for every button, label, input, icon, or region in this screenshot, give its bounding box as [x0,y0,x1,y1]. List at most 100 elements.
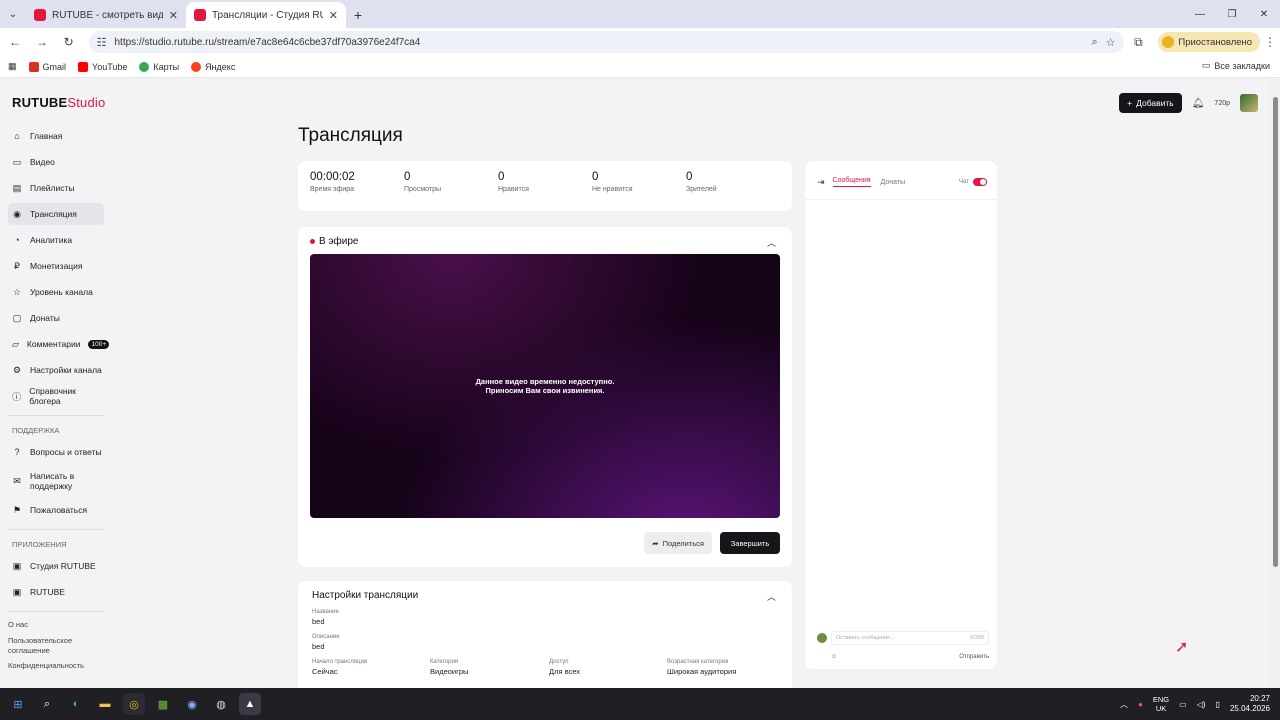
share-button[interactable]: ➦ Поделиться [644,532,712,554]
sidebar-item-contact-support[interactable]: ✉ Написать в поддержку [8,467,104,495]
bookmark-star-icon[interactable]: ☆ [1106,36,1116,49]
sidebar-divider [8,529,104,530]
rutube-studio-logo[interactable]: RUTUBEStudio [12,95,105,110]
network-icon[interactable]: ▭ [1179,700,1187,709]
minimize-icon[interactable]: — [1184,0,1216,28]
browser-tab-active[interactable]: Трансляции - Студия RUTUBE ✕ [186,2,346,28]
profile-button[interactable]: Приостановлено [1158,32,1261,52]
analytics-icon: ◔ [14,235,20,245]
window-controls: — ❐ ✕ [1184,0,1280,28]
obs-icon[interactable]: ◍ [210,693,232,715]
question-icon: ? [14,447,20,457]
sidebar-item-video[interactable]: ▭ Видео [8,151,104,173]
mouse-cursor-icon: ➚ [1175,639,1189,656]
add-button[interactable]: + Добавить [1119,93,1182,113]
maximize-icon[interactable]: ❐ [1216,0,1248,28]
tab-title: Трансляции - Студия RUTUBE [212,9,323,21]
windows-start-icon[interactable]: ⊞ [7,693,29,715]
tab-messages[interactable]: Сообщения [832,177,871,187]
file-explorer-icon[interactable]: ▬ [94,693,116,715]
bookmark-gmail[interactable]: Gmail [28,61,66,72]
sidebar-item-faq[interactable]: ? Вопросы и ответы [8,441,104,463]
url-text[interactable]: https://studio.rutube.ru/stream/e7ac8e64… [115,37,1084,48]
sidebar-item-channel-level[interactable]: ☆ Уровень канала [8,281,104,303]
sidebar-item-studio-app[interactable]: ▣ Студия RUTUBE [8,555,104,577]
minecraft-icon[interactable]: ▩ [152,693,174,715]
emoji-icon[interactable]: ☺ [831,654,837,660]
sidebar-item-playlists[interactable]: ▤ Плейлисты [8,177,104,199]
edge-icon[interactable]: ◐ [65,693,87,715]
sidebar-item-donations[interactable]: ▢ Донаты [8,307,104,329]
live-card: В эфире ︿ Данное видео временно недоступ… [298,227,792,567]
collapse-chat-icon[interactable]: ⇥ [817,177,825,188]
extensions-icon[interactable]: ⧉ [1127,30,1151,54]
header-actions: + Добавить 🔔︎ 720p [1119,93,1258,113]
tab-search-icon[interactable]: ⌄ [0,0,26,28]
site-info-icon[interactable]: ☷ [97,36,107,49]
sidebar-item-rutube-app[interactable]: ▣ RUTUBE [8,581,104,603]
quality-label[interactable]: 720p [1214,100,1230,107]
bookmark-yandex[interactable]: Яндекс [191,61,235,72]
app-icon[interactable]: ◉ [181,693,203,715]
chat-header: ⇥ Сообщения Донаты Чат [817,175,987,189]
battery-icon[interactable]: ▯ [1216,700,1220,709]
search-icon[interactable]: ⌕ [36,693,58,715]
sidebar-item-broadcast[interactable]: ◉ Трансляция [8,203,104,225]
browser-menu-icon[interactable]: ⋮ [1260,35,1280,49]
video-player[interactable]: Данное видео временно недоступно. Принос… [310,254,780,518]
scrollbar-thumb[interactable] [1273,97,1278,567]
footer-link-terms[interactable]: Пользовательское соглашение [8,636,104,656]
field-age-category: Возрастная категория Широкая аудитория [667,659,737,676]
chrome-icon[interactable]: ◎ [123,693,145,715]
tab-donations[interactable]: Донаты [881,179,906,186]
microphone-icon[interactable]: ● [1138,700,1143,709]
sidebar-item-analytics[interactable]: ◔ Аналитика [8,229,104,251]
chat-panel: ⇥ Сообщения Донаты Чат Оставить сообщени… [805,161,997,669]
chat-message-input[interactable]: Оставить сообщение... 0/200 [831,631,989,645]
flag-icon: ⚑ [12,504,22,515]
broadcast-settings-card: Настройки трансляции ︿ Название bed Описа… [298,581,792,688]
volume-icon[interactable]: ◁) [1197,700,1206,709]
chevron-up-icon[interactable]: ︿ [767,236,776,249]
reload-icon[interactable]: ↻ [57,30,81,54]
finish-button[interactable]: Завершить [720,532,780,554]
sidebar-item-home[interactable]: ⌂ Главная [8,125,104,147]
active-app-icon[interactable]: ▲ [239,693,261,715]
url-input[interactable]: ☷ https://studio.rutube.ru/stream/e7ac8e… [88,31,1124,53]
stat-views: 0 Просмотры [404,171,441,193]
windows-taskbar: ⊞ ⌕ ◐ ▬ ◎ ▩ ◉ ◍ ▲ ︿ ● ENG UK ▭ ◁) ▯ 20:27… [0,688,1280,720]
close-tab-icon[interactable]: ✕ [329,9,338,22]
chat-toggle[interactable] [973,178,987,186]
user-avatar[interactable] [1240,94,1258,112]
donate-icon: ▢ [12,312,22,323]
studio-favicon-icon [194,9,206,21]
bookmark-maps[interactable]: Карты [139,61,179,72]
chevron-up-icon[interactable]: ︿ [767,590,776,603]
sidebar-item-comments[interactable]: ▱ Комментарии 100+ [8,333,110,355]
plus-icon: + [1127,98,1133,108]
back-icon[interactable]: ← [3,30,27,54]
send-button[interactable]: Отправить [959,654,989,660]
star-icon: ☆ [12,286,22,297]
sidebar-item-channel-settings[interactable]: ⚙ Настройки канала [8,359,104,381]
sidebar-item-blogger-guide[interactable]: ⓘ Справочник блогера [8,385,104,407]
apps-grid-icon[interactable]: ▦ [8,61,17,72]
notifications-bell-icon[interactable]: 🔔︎ [1192,98,1205,109]
footer-link-privacy[interactable]: Конфиденциальность [8,661,104,671]
system-tray: ︿ ● ENG UK ▭ ◁) ▯ 20:27 25.04.2026 [1120,688,1270,720]
close-tab-icon[interactable]: ✕ [169,9,178,22]
page-scrollbar[interactable] [1270,79,1280,688]
browser-tab[interactable]: RUTUBE - смотреть видео онл... ✕ [26,2,186,28]
forward-icon[interactable]: → [30,30,54,54]
new-tab-icon[interactable]: + [346,2,370,28]
tray-chevron-icon[interactable]: ︿ [1120,699,1128,710]
close-window-icon[interactable]: ✕ [1248,0,1280,28]
bookmark-youtube[interactable]: YouTube [78,61,127,72]
zoom-icon[interactable]: ⌕ [1091,36,1097,49]
footer-link-about[interactable]: О нас [8,620,104,630]
language-indicator[interactable]: ENG UK [1153,695,1169,713]
sidebar-item-monetization[interactable]: ₽ Монетизация [8,255,104,277]
clock[interactable]: 20:27 25.04.2026 [1230,694,1270,715]
all-bookmarks[interactable]: ▭ Все закладки [1202,60,1270,71]
sidebar-item-report[interactable]: ⚑ Пожаловаться [8,499,104,521]
